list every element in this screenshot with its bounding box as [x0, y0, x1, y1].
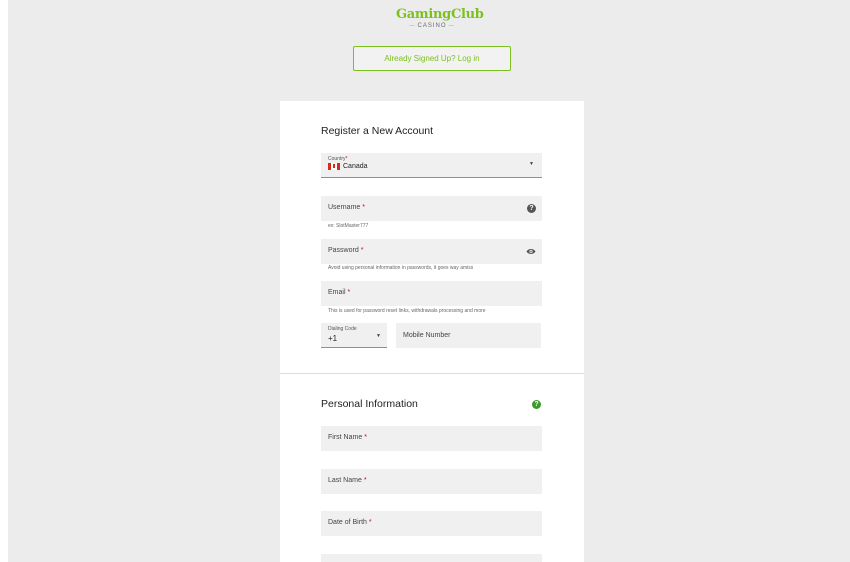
next-field-input[interactable]: [321, 554, 542, 562]
password-input[interactable]: Password *: [321, 239, 542, 264]
country-value: Canada: [343, 163, 368, 170]
first-name-label: First Name *: [328, 434, 367, 441]
section-divider: [280, 373, 584, 374]
country-label: Country*: [328, 156, 348, 162]
username-help-icon[interactable]: ?: [527, 204, 536, 213]
country-select[interactable]: Country* Canada ▼: [321, 153, 542, 178]
password-hint: Avoid using personal information in pass…: [328, 265, 474, 271]
eye-icon[interactable]: [526, 248, 536, 255]
casino-logo[interactable]: GamingClub CASINO: [396, 7, 484, 32]
username-input[interactable]: Username * ?: [321, 196, 542, 221]
personal-info-help-icon[interactable]: ?: [532, 400, 541, 409]
dialing-code-value: +1: [328, 334, 338, 343]
username-hint: ex: SlotMaster777: [328, 223, 369, 229]
first-name-input[interactable]: First Name *: [321, 426, 542, 451]
mobile-number-label: Mobile Number: [403, 332, 451, 339]
personal-info-title: Personal Information: [321, 398, 418, 410]
email-label: Email *: [328, 289, 351, 296]
chevron-down-icon: ▼: [376, 333, 381, 339]
last-name-input[interactable]: Last Name *: [321, 469, 542, 494]
chevron-down-icon: ▼: [529, 161, 534, 167]
login-button[interactable]: Already Signed Up? Log in: [353, 46, 511, 71]
email-hint: This is used for password reset links, w…: [328, 308, 486, 314]
last-name-label: Last Name *: [328, 477, 367, 484]
mobile-number-input[interactable]: Mobile Number: [396, 323, 541, 348]
dialing-code-label: Dialing Code: [328, 326, 357, 332]
logo-main-text: GamingClub: [396, 7, 484, 22]
username-label: Username *: [328, 204, 366, 211]
logo-sub-text: CASINO: [396, 22, 468, 30]
password-label: Password *: [328, 247, 364, 254]
canada-flag-icon: [328, 163, 340, 170]
email-input[interactable]: Email *: [321, 281, 542, 306]
register-title: Register a New Account: [321, 125, 434, 137]
dialing-code-select[interactable]: Dialing Code +1 ▼: [321, 323, 387, 348]
date-of-birth-label: Date of Birth *: [328, 519, 372, 526]
date-of-birth-input[interactable]: Date of Birth *: [321, 511, 542, 536]
